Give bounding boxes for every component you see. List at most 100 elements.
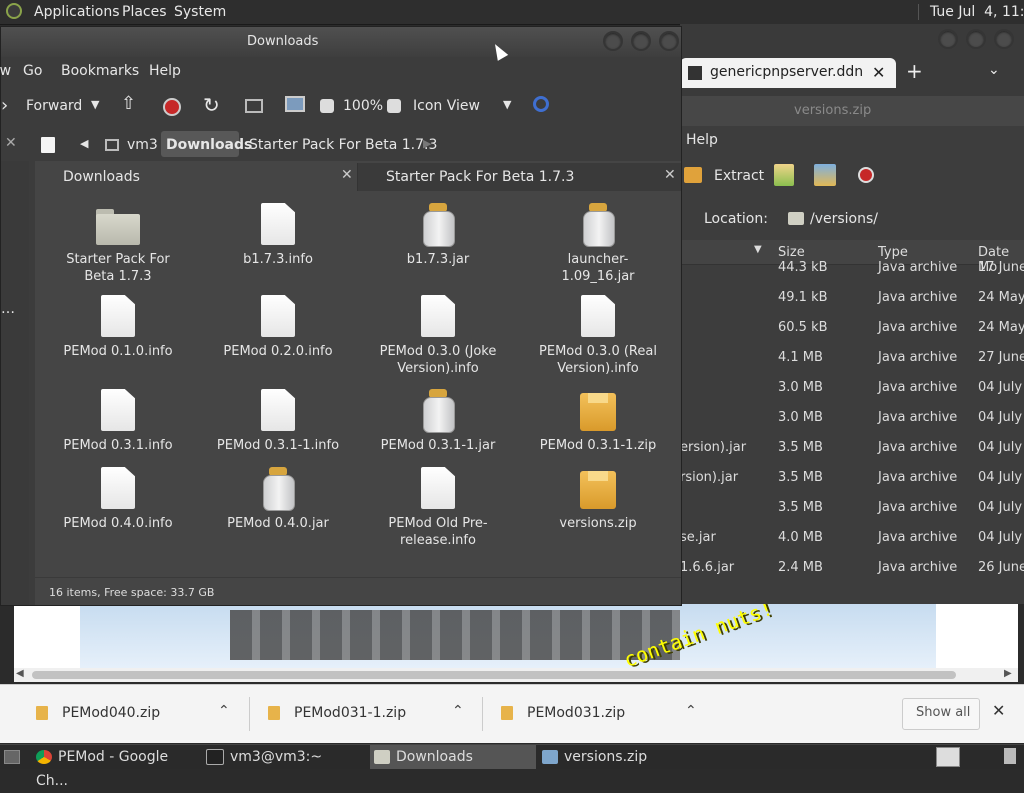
go-menu[interactable]: Go — [23, 63, 42, 79]
file-item[interactable]: PEMod 0.3.1-1.zip — [536, 389, 660, 454]
chevron-up-icon[interactable]: ⌃ — [218, 703, 230, 719]
show-desktop-icon[interactable] — [4, 750, 20, 764]
add-files-icon[interactable] — [774, 164, 794, 186]
close-sidebar-icon[interactable]: ✕ — [5, 135, 17, 151]
file-item[interactable]: PEMod 0.3.1.info — [56, 389, 180, 454]
window-close-button[interactable] — [659, 31, 679, 51]
zoom-in-icon[interactable] — [387, 99, 401, 113]
archive-row[interactable]: 3.0 MB Java archive 04 July 2 — [680, 403, 1024, 433]
chevron-up-icon[interactable]: ⌃ — [685, 703, 697, 719]
places-menu[interactable]: Places — [122, 4, 167, 20]
window-minimize-button[interactable] — [603, 31, 623, 51]
edit-location-icon[interactable] — [41, 137, 55, 153]
archive-row[interactable]: 44.3 kB Java archive 17 June — [680, 253, 1024, 283]
tab-downloads[interactable]: Downloads ✕ — [35, 163, 358, 191]
view-menu[interactable]: ew — [0, 63, 11, 79]
view-mode-select[interactable]: Icon View — [413, 98, 480, 114]
archive-row[interactable]: ersion).jar 3.5 MB Java archive 04 July 2 — [680, 433, 1024, 463]
archive-cell-type: Java archive — [878, 530, 958, 545]
scroll-left-arrow[interactable]: ◀ — [16, 668, 24, 679]
archive-row[interactable]: 3.0 MB Java archive 04 July 2 — [680, 373, 1024, 403]
close-icon[interactable]: ✕ — [992, 701, 1005, 720]
applications-menu[interactable]: Applications — [34, 4, 120, 20]
file-item[interactable]: PEMod 0.3.1-1.info — [216, 389, 340, 454]
show-all-button[interactable]: Show all — [902, 698, 980, 730]
tab-starter-pack[interactable]: Starter Pack For Beta 1.7.3 ✕ — [358, 163, 681, 191]
file-manager-titlebar[interactable]: Downloads — [1, 27, 681, 57]
file-item[interactable]: PEMod 0.4.0.jar — [216, 467, 340, 532]
scroll-thumb[interactable] — [32, 671, 956, 679]
location-value[interactable]: /versions/ — [810, 211, 878, 227]
reload-icon[interactable]: ↻ — [203, 93, 220, 117]
add-folder-icon[interactable] — [814, 164, 836, 186]
stop-icon[interactable] — [163, 98, 181, 116]
close-icon[interactable]: ✕ — [664, 167, 676, 183]
distro-logo-icon[interactable] — [6, 3, 22, 19]
horizontal-scrollbar[interactable]: ◀ ▶ — [14, 668, 1018, 682]
path-segment-downloads[interactable]: Downloads — [166, 137, 252, 153]
path-left-arrow-icon[interactable]: ◀ — [80, 137, 88, 150]
task-archive[interactable]: versions.zip — [542, 745, 702, 769]
zoom-level: 100% — [343, 98, 384, 114]
task-downloads[interactable]: Downloads — [370, 745, 536, 769]
system-menu[interactable]: System — [174, 4, 226, 20]
download-item[interactable]: PEMod031.zip — [501, 705, 625, 721]
stop-icon[interactable] — [858, 167, 874, 183]
computer-icon[interactable] — [285, 96, 305, 112]
file-name: launcher-1.09_16.jar — [561, 252, 635, 284]
file-item[interactable]: versions.zip — [536, 467, 660, 532]
task-terminal[interactable]: vm3@vm3:~ — [206, 745, 366, 769]
file-item[interactable]: launcher-1.09_16.jar — [536, 203, 660, 285]
task-chrome[interactable]: PEMod - Google Ch... — [36, 745, 202, 789]
archive-row[interactable]: 60.5 kB Java archive 24 May 2 — [680, 313, 1024, 343]
file-item[interactable]: PEMod Old Pre-release.info — [376, 467, 500, 549]
forward-history-dropdown-icon[interactable]: ▼ — [91, 98, 99, 111]
path-segment-starter-pack[interactable]: Starter Pack For Beta 1.7.3 — [249, 137, 437, 153]
scroll-right-arrow[interactable]: ▶ — [1004, 668, 1012, 679]
new-tab-button[interactable]: + — [906, 59, 923, 83]
close-icon[interactable]: ✕ — [341, 167, 353, 183]
file-item[interactable]: b1.7.3.info — [216, 203, 340, 268]
window-maximize-button[interactable] — [631, 31, 651, 51]
archive-row[interactable]: 3.5 MB Java archive 04 July 2 — [680, 493, 1024, 523]
download-item[interactable]: PEMod040.zip — [36, 705, 160, 721]
file-item[interactable]: Starter Pack For Beta 1.7.3 — [56, 203, 180, 285]
search-icon[interactable] — [533, 96, 549, 112]
chrome-tab[interactable]: genericpnpserver.ddns.net ✕ — [680, 58, 896, 88]
file-item[interactable]: PEMod 0.1.0.info — [56, 295, 180, 360]
archive-row[interactable]: 49.1 kB Java archive 24 May 2 — [680, 283, 1024, 313]
tab-search-chevron-icon[interactable]: ⌄ — [988, 62, 1000, 78]
trash-icon[interactable] — [1004, 748, 1016, 764]
close-icon[interactable]: ✕ — [872, 63, 885, 82]
archive-row[interactable]: 1.6.6.jar 2.4 MB Java archive 26 June — [680, 553, 1024, 583]
workspace-switcher[interactable] — [936, 747, 960, 767]
extract-icon[interactable] — [684, 167, 702, 183]
up-arrow-icon[interactable]: ⇧ — [121, 93, 136, 114]
file-item[interactable]: PEMod 0.2.0.info — [216, 295, 340, 360]
window-maximize-button[interactable] — [966, 29, 986, 49]
path-right-arrow-icon[interactable]: ▶ — [423, 137, 431, 150]
archive-help-menu[interactable]: Help — [686, 132, 718, 148]
chevron-up-icon[interactable]: ⌃ — [452, 703, 464, 719]
archive-row[interactable]: se.jar 4.0 MB Java archive 04 July 2 — [680, 523, 1024, 553]
forward-arrow-icon[interactable]: › — [1, 95, 8, 116]
help-menu[interactable]: Help — [149, 63, 181, 79]
window-minimize-button[interactable] — [938, 29, 958, 49]
download-item[interactable]: PEMod031-1.zip — [268, 705, 406, 721]
extract-button[interactable]: Extract — [714, 168, 764, 184]
home-icon[interactable] — [245, 99, 263, 113]
file-item[interactable]: PEMod 0.3.1-1.jar — [376, 389, 500, 454]
archive-row[interactable]: 4.1 MB Java archive 27 June — [680, 343, 1024, 373]
file-item[interactable]: PEMod 0.3.0 (Joke Version).info — [376, 295, 500, 377]
path-segment-home[interactable]: vm3 — [127, 137, 158, 153]
forward-button[interactable]: Forward — [26, 98, 82, 114]
archive-row[interactable]: rsion).jar 3.5 MB Java archive 04 July 2 — [680, 463, 1024, 493]
bookmarks-menu[interactable]: Bookmarks — [61, 63, 139, 79]
zoom-out-icon[interactable] — [320, 99, 334, 113]
clock[interactable]: Tue Jul 4, 11:13 — [930, 4, 1024, 20]
file-item[interactable]: b1.7.3.jar — [376, 203, 500, 268]
file-item[interactable]: PEMod 0.3.0 (Real Version).info — [536, 295, 660, 377]
file-item[interactable]: PEMod 0.4.0.info — [56, 467, 180, 532]
window-close-button[interactable] — [994, 29, 1014, 49]
view-mode-dropdown-icon[interactable]: ▼ — [503, 98, 511, 111]
